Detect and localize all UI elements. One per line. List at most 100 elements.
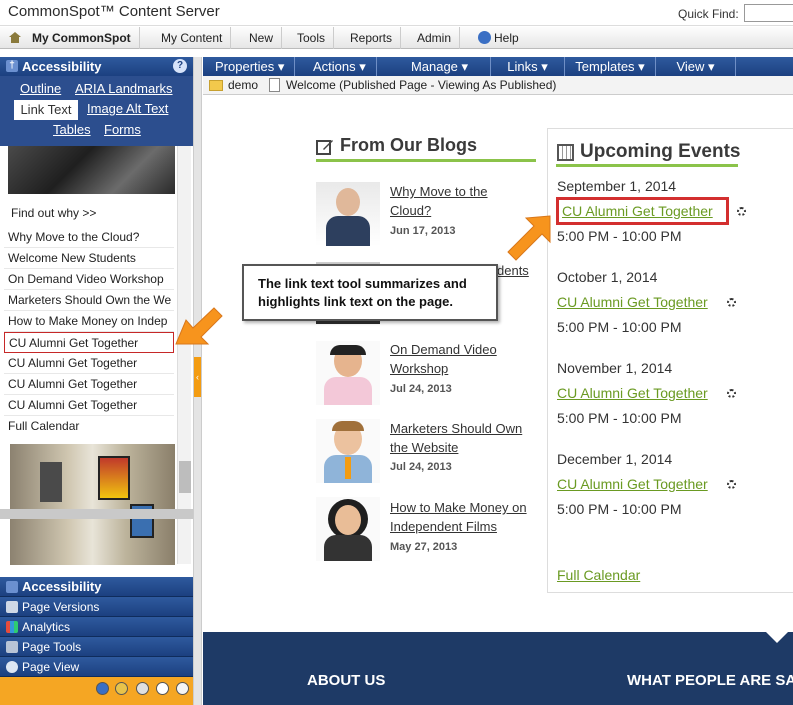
event-date: November 1, 2014 — [557, 360, 673, 376]
blog-post-link[interactable]: the Website — [390, 438, 540, 457]
panel-splitter[interactable]: ‹ — [193, 57, 202, 705]
link-row[interactable]: CU Alumni Get Together — [4, 395, 174, 416]
tooltip-callout: The link text tool summarizes and highli… — [242, 264, 498, 321]
painting-image — [40, 462, 62, 502]
link-row[interactable]: Welcome New Students — [4, 248, 174, 269]
refresh-icon[interactable] — [727, 480, 736, 489]
manage-menu[interactable]: Manage ▾ — [389, 57, 491, 76]
link-row[interactable]: Find out why >> — [4, 203, 174, 224]
painting-image — [98, 456, 130, 500]
home-icon[interactable] — [8, 31, 22, 44]
accordion-page-versions[interactable]: Page Versions — [0, 597, 193, 617]
blog-author-photo — [316, 182, 380, 246]
link-row-highlighted[interactable]: CU Alumni Get Together — [4, 332, 174, 353]
blog-post-link[interactable]: Why Move to the — [390, 182, 540, 201]
tables-link[interactable]: Tables — [53, 122, 91, 137]
menu-reports[interactable]: Reports — [342, 27, 402, 49]
link-row[interactable]: On Demand Video Workshop — [4, 269, 174, 290]
link-text-tab[interactable]: Link Text — [14, 100, 78, 120]
refresh-icon[interactable] — [737, 207, 746, 216]
blog-date: Jun 17, 2013 — [390, 225, 456, 237]
accordion-analytics[interactable]: Analytics — [0, 617, 193, 637]
accordion-label: Analytics — [22, 620, 71, 634]
blog-date: Jul 24, 2013 — [390, 461, 452, 473]
event-time: 5:00 PM - 10:00 PM — [557, 228, 682, 244]
breadcrumb: demo Welcome (Published Page - Viewing A… — [203, 76, 793, 95]
pointer-arrow — [175, 307, 223, 345]
accordion-page-tools[interactable]: Page Tools — [0, 637, 193, 657]
arrow-icon[interactable] — [176, 682, 189, 695]
info-icon[interactable] — [96, 682, 109, 695]
actions-menu[interactable]: Actions ▾ — [303, 57, 377, 76]
event-date: October 1, 2014 — [557, 269, 658, 285]
blog-post-link[interactable]: On Demand Video — [390, 340, 540, 359]
view-menu[interactable]: View ▾ — [656, 57, 736, 76]
event-link[interactable]: CU Alumni Get Together — [557, 294, 708, 310]
testimonials-heading[interactable]: WHAT PEOPLE ARE SAY — [627, 672, 793, 689]
event-time: 5:00 PM - 10:00 PM — [557, 501, 682, 517]
folder-name[interactable]: demo — [228, 76, 258, 95]
blog-date: Jul 24, 2013 — [390, 383, 452, 395]
folder-icon — [209, 80, 223, 91]
link-row[interactable]: CU Alumni Get Together — [4, 353, 174, 374]
menu-new[interactable]: New — [241, 27, 283, 49]
menu-my-content[interactable]: My Content — [153, 27, 232, 49]
events-heading: Upcoming Events — [580, 141, 741, 162]
scroll-thumb[interactable] — [179, 461, 191, 493]
refresh-icon[interactable] — [727, 298, 736, 307]
gallery-thumbnail — [10, 444, 175, 565]
events-underline — [556, 164, 738, 167]
refresh-icon[interactable] — [727, 389, 736, 398]
outline-link[interactable]: Outline — [20, 81, 61, 96]
blog-post-link[interactable]: Marketers Should Own — [390, 419, 540, 438]
templates-menu[interactable]: Templates ▾ — [565, 57, 656, 76]
accordion-label: Page Versions — [22, 600, 100, 614]
link-row[interactable]: CU Alumni Get Together — [4, 374, 174, 395]
event-link[interactable]: CU Alumni Get Together — [562, 203, 713, 219]
accessibility-nav: Outline ARIA Landmarks Link Text Image A… — [0, 76, 193, 146]
accessibility-icon: † — [6, 60, 18, 72]
properties-menu[interactable]: Properties ▾ — [205, 57, 296, 76]
collapse-handle[interactable]: ‹ — [194, 357, 201, 397]
menu-my-commonspot[interactable]: My CommonSpot — [24, 27, 140, 49]
about-us-heading[interactable]: ABOUT US — [307, 672, 385, 689]
full-calendar-link[interactable]: Full Calendar — [557, 567, 640, 583]
comment-icon[interactable] — [156, 682, 169, 695]
accessibility-header[interactable]: † Accessibility ? — [0, 57, 193, 76]
blog-post-link[interactable]: How to Make Money on — [390, 498, 540, 517]
brand-logo: CommonSpot™ Content Server — [8, 3, 220, 20]
page-toolbar: Properties ▾ Actions ▾ Manage ▾ Links ▾ … — [203, 57, 793, 76]
menu-admin[interactable]: Admin — [409, 27, 461, 49]
footer-notch — [766, 632, 788, 643]
blogs-underline — [316, 159, 536, 162]
users-icon[interactable] — [115, 682, 128, 695]
link-row[interactable]: Marketers Should Own the We — [4, 290, 174, 311]
event-link[interactable]: CU Alumni Get Together — [557, 476, 708, 492]
blogs-heading: From Our Blogs — [340, 135, 478, 155]
forms-link[interactable]: Forms — [104, 122, 141, 137]
top-header: CommonSpot™ Content Server Quick Find: — [0, 0, 793, 26]
help-icon — [478, 31, 491, 44]
menu-help[interactable]: Help — [466, 27, 527, 49]
accordion-page-view[interactable]: Page View — [0, 657, 193, 677]
pencil-icon — [316, 140, 333, 155]
quick-find-input[interactable] — [744, 4, 793, 22]
aria-landmarks-link[interactable]: ARIA Landmarks — [75, 81, 173, 96]
panel-grip[interactable] — [0, 509, 193, 519]
blog-post-link[interactable]: dents — [497, 261, 537, 280]
accordion-label: Page Tools — [22, 640, 82, 654]
event-link[interactable]: CU Alumni Get Together — [557, 385, 708, 401]
link-row[interactable]: Why Move to the Cloud? — [4, 227, 174, 248]
help-icon[interactable]: ? — [173, 59, 187, 73]
menu-tools[interactable]: Tools — [289, 27, 335, 49]
image-alt-text-link[interactable]: Image Alt Text — [87, 101, 168, 116]
link-row[interactable]: How to Make Money on Indep — [4, 311, 174, 332]
links-menu[interactable]: Links ▾ — [491, 57, 565, 76]
page-status: Welcome (Published Page - Viewing As Pub… — [286, 78, 557, 92]
blog-post-link[interactable]: Independent Films — [390, 517, 540, 536]
link-row[interactable]: Full Calendar — [4, 416, 174, 437]
document-icon[interactable] — [136, 682, 149, 695]
blog-post-link[interactable]: Workshop — [390, 359, 540, 378]
page-icon — [269, 78, 280, 92]
accordion-accessibility[interactable]: Accessibility — [0, 577, 193, 597]
